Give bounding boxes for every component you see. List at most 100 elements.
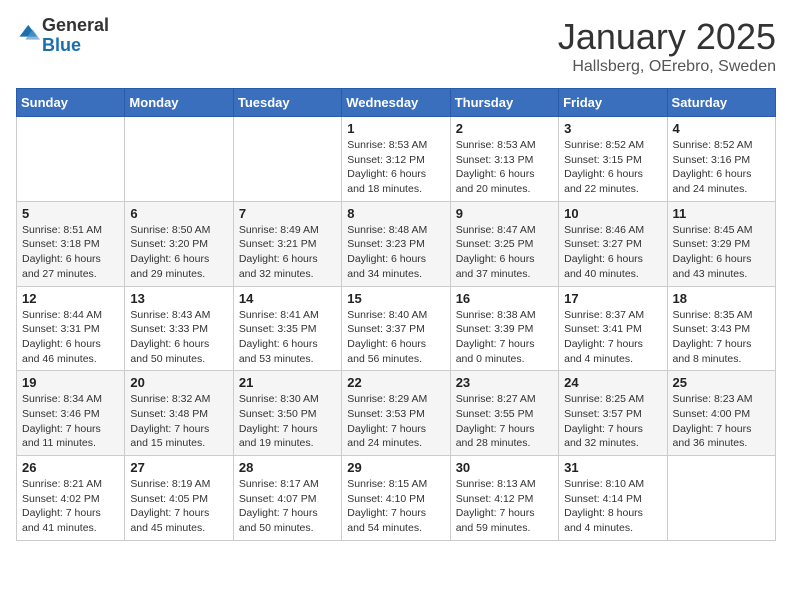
logo: General Blue — [16, 16, 109, 56]
weekday-sunday: Sunday — [17, 89, 125, 117]
day-info: Sunrise: 8:15 AM Sunset: 4:10 PM Dayligh… — [347, 477, 444, 536]
day-number: 24 — [564, 375, 661, 390]
day-info: Sunrise: 8:37 AM Sunset: 3:41 PM Dayligh… — [564, 308, 661, 367]
day-cell: 7Sunrise: 8:49 AM Sunset: 3:21 PM Daylig… — [233, 201, 341, 286]
day-cell — [667, 456, 775, 541]
day-info: Sunrise: 8:41 AM Sunset: 3:35 PM Dayligh… — [239, 308, 336, 367]
day-info: Sunrise: 8:34 AM Sunset: 3:46 PM Dayligh… — [22, 392, 119, 451]
day-number: 8 — [347, 206, 444, 221]
day-cell: 30 Sunrise: 8:13 AM Sunset: 4:12 PM Dayli… — [450, 456, 558, 541]
day-info: Sunrise: 8:53 AM Sunset: 3:13 PM Dayligh… — [456, 138, 553, 197]
day-number: 14 — [239, 291, 336, 306]
location: Hallsberg, OErebro, Sweden — [558, 58, 776, 76]
day-cell: 15Sunrise: 8:40 AM Sunset: 3:37 PM Dayli… — [342, 286, 450, 371]
day-cell: 27 Sunrise: 8:19 AM Sunset: 4:05 PM Dayli… — [125, 456, 233, 541]
weekday-friday: Friday — [559, 89, 667, 117]
day-cell: 13Sunrise: 8:43 AM Sunset: 3:33 PM Dayli… — [125, 286, 233, 371]
weekday-saturday: Saturday — [667, 89, 775, 117]
day-number: 12 — [22, 291, 119, 306]
logo-icon — [18, 22, 40, 44]
day-cell: 24 Sunrise: 8:25 AM Sunset: 3:57 PM Dayli… — [559, 371, 667, 456]
month-title: January 2025 — [558, 16, 776, 58]
week-row-2: 5 Sunrise: 8:51 AM Sunset: 3:18 PM Daylig… — [17, 201, 776, 286]
day-info: Sunrise: 8:29 AM Sunset: 3:53 PM Dayligh… — [347, 392, 444, 451]
day-number: 30 — [456, 460, 553, 475]
day-info: Sunrise: 8:19 AM Sunset: 4:05 PM Dayligh… — [130, 477, 227, 536]
day-number: 25 — [673, 375, 770, 390]
title-block: January 2025 Hallsberg, OErebro, Sweden — [558, 16, 776, 76]
day-number: 29 — [347, 460, 444, 475]
day-cell: 10 Sunrise: 8:46 AM Sunset: 3:27 PM Dayli… — [559, 201, 667, 286]
day-info: Sunrise: 8:17 AM Sunset: 4:07 PM Dayligh… — [239, 477, 336, 536]
day-number: 28 — [239, 460, 336, 475]
day-number: 1 — [347, 121, 444, 136]
day-info: Sunrise: 8:53 AM Sunset: 3:12 PM Dayligh… — [347, 138, 444, 197]
day-number: 6 — [130, 206, 227, 221]
day-cell: 31Sunrise: 8:10 AM Sunset: 4:14 PM Dayli… — [559, 456, 667, 541]
day-info: Sunrise: 8:38 AM Sunset: 3:39 PM Dayligh… — [456, 308, 553, 367]
day-info: Sunrise: 8:52 AM Sunset: 3:15 PM Dayligh… — [564, 138, 661, 197]
day-info: Sunrise: 8:46 AM Sunset: 3:27 PM Dayligh… — [564, 223, 661, 282]
day-info: Sunrise: 8:45 AM Sunset: 3:29 PM Dayligh… — [673, 223, 770, 282]
day-cell: 14 Sunrise: 8:41 AM Sunset: 3:35 PM Dayli… — [233, 286, 341, 371]
day-cell: 17 Sunrise: 8:37 AM Sunset: 3:41 PM Dayli… — [559, 286, 667, 371]
day-cell: 18 Sunrise: 8:35 AM Sunset: 3:43 PM Dayli… — [667, 286, 775, 371]
day-info: Sunrise: 8:47 AM Sunset: 3:25 PM Dayligh… — [456, 223, 553, 282]
day-number: 4 — [673, 121, 770, 136]
day-info: Sunrise: 8:32 AM Sunset: 3:48 PM Dayligh… — [130, 392, 227, 451]
day-info: Sunrise: 8:30 AM Sunset: 3:50 PM Dayligh… — [239, 392, 336, 451]
day-cell — [125, 117, 233, 202]
calendar: SundayMondayTuesdayWednesdayThursdayFrid… — [16, 88, 776, 541]
day-cell: 20 Sunrise: 8:32 AM Sunset: 3:48 PM Dayli… — [125, 371, 233, 456]
logo-general-text: General — [42, 15, 109, 35]
day-number: 10 — [564, 206, 661, 221]
day-info: Sunrise: 8:25 AM Sunset: 3:57 PM Dayligh… — [564, 392, 661, 451]
day-info: Sunrise: 8:35 AM Sunset: 3:43 PM Dayligh… — [673, 308, 770, 367]
day-number: 16 — [456, 291, 553, 306]
day-info: Sunrise: 8:13 AM Sunset: 4:12 PM Dayligh… — [456, 477, 553, 536]
day-cell: 3Sunrise: 8:52 AM Sunset: 3:15 PM Daylig… — [559, 117, 667, 202]
day-cell: 5 Sunrise: 8:51 AM Sunset: 3:18 PM Daylig… — [17, 201, 125, 286]
day-cell: 23 Sunrise: 8:27 AM Sunset: 3:55 PM Dayli… — [450, 371, 558, 456]
day-number: 18 — [673, 291, 770, 306]
day-cell: 2 Sunrise: 8:53 AM Sunset: 3:13 PM Daylig… — [450, 117, 558, 202]
day-number: 31 — [564, 460, 661, 475]
day-number: 26 — [22, 460, 119, 475]
day-cell: 16 Sunrise: 8:38 AM Sunset: 3:39 PM Dayli… — [450, 286, 558, 371]
day-number: 19 — [22, 375, 119, 390]
week-row-5: 26 Sunrise: 8:21 AM Sunset: 4:02 PM Dayli… — [17, 456, 776, 541]
day-number: 17 — [564, 291, 661, 306]
day-cell: 4 Sunrise: 8:52 AM Sunset: 3:16 PM Daylig… — [667, 117, 775, 202]
page-header: General Blue January 2025 Hallsberg, OEr… — [16, 16, 776, 76]
day-number: 7 — [239, 206, 336, 221]
day-info: Sunrise: 8:40 AM Sunset: 3:37 PM Dayligh… — [347, 308, 444, 367]
day-cell: 6 Sunrise: 8:50 AM Sunset: 3:20 PM Daylig… — [125, 201, 233, 286]
day-cell: 11 Sunrise: 8:45 AM Sunset: 3:29 PM Dayli… — [667, 201, 775, 286]
day-number: 20 — [130, 375, 227, 390]
day-number: 5 — [22, 206, 119, 221]
day-info: Sunrise: 8:21 AM Sunset: 4:02 PM Dayligh… — [22, 477, 119, 536]
day-cell: 21 Sunrise: 8:30 AM Sunset: 3:50 PM Dayli… — [233, 371, 341, 456]
day-info: Sunrise: 8:23 AM Sunset: 4:00 PM Dayligh… — [673, 392, 770, 451]
day-info: Sunrise: 8:44 AM Sunset: 3:31 PM Dayligh… — [22, 308, 119, 367]
day-number: 9 — [456, 206, 553, 221]
day-cell: 28 Sunrise: 8:17 AM Sunset: 4:07 PM Dayli… — [233, 456, 341, 541]
day-cell — [17, 117, 125, 202]
week-row-4: 19 Sunrise: 8:34 AM Sunset: 3:46 PM Dayli… — [17, 371, 776, 456]
day-cell: 29 Sunrise: 8:15 AM Sunset: 4:10 PM Dayli… — [342, 456, 450, 541]
day-number: 21 — [239, 375, 336, 390]
day-number: 27 — [130, 460, 227, 475]
day-number: 2 — [456, 121, 553, 136]
day-number: 23 — [456, 375, 553, 390]
day-cell: 25 Sunrise: 8:23 AM Sunset: 4:00 PM Dayli… — [667, 371, 775, 456]
day-number: 11 — [673, 206, 770, 221]
day-info: Sunrise: 8:50 AM Sunset: 3:20 PM Dayligh… — [130, 223, 227, 282]
day-info: Sunrise: 8:51 AM Sunset: 3:18 PM Dayligh… — [22, 223, 119, 282]
day-info: Sunrise: 8:52 AM Sunset: 3:16 PM Dayligh… — [673, 138, 770, 197]
day-cell: 26 Sunrise: 8:21 AM Sunset: 4:02 PM Dayli… — [17, 456, 125, 541]
day-info: Sunrise: 8:48 AM Sunset: 3:23 PM Dayligh… — [347, 223, 444, 282]
day-cell: 1 Sunrise: 8:53 AM Sunset: 3:12 PM Daylig… — [342, 117, 450, 202]
weekday-tuesday: Tuesday — [233, 89, 341, 117]
day-info: Sunrise: 8:27 AM Sunset: 3:55 PM Dayligh… — [456, 392, 553, 451]
weekday-wednesday: Wednesday — [342, 89, 450, 117]
